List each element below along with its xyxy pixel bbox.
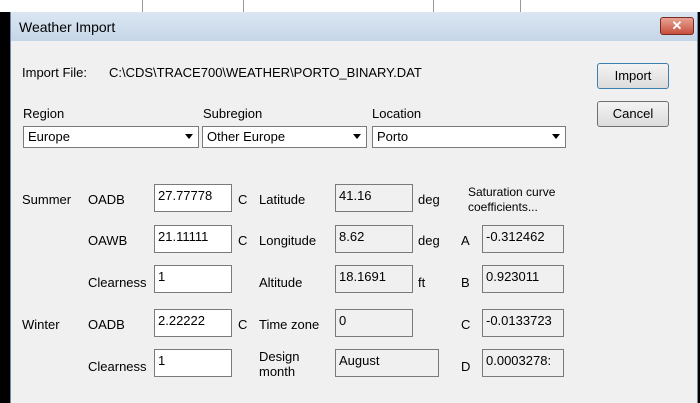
strip-divider (433, 0, 434, 12)
winter-oadb-input[interactable]: 2.22222 (154, 309, 232, 337)
winter-clearness-input[interactable]: 1 (154, 349, 232, 377)
cancel-button[interactable]: Cancel (597, 101, 669, 127)
coef-c-field: -0.0133723 (482, 309, 564, 337)
design-month-field: August (335, 349, 439, 377)
altitude-label: Altitude (259, 275, 303, 290)
chevron-down-icon[interactable] (348, 127, 366, 147)
summer-label: Summer (22, 192, 72, 207)
coef-b-field: 0.923011 (482, 265, 564, 293)
location-dropdown[interactable]: Porto (372, 126, 566, 148)
altitude-unit: ft (418, 275, 426, 290)
strip-divider (142, 0, 143, 12)
timezone-label: Time zone (259, 317, 320, 332)
longitude-label: Longitude (259, 233, 317, 248)
coef-c-label: C (461, 317, 471, 332)
close-button[interactable]: ✕ (660, 17, 694, 35)
longitude-field: 8.62 (335, 225, 413, 253)
region-dropdown[interactable]: Europe (23, 126, 199, 148)
subregion-value: Other Europe (207, 129, 286, 144)
location-value: Porto (377, 129, 409, 144)
coef-a-field: -0.312462 (482, 225, 564, 253)
import-file-label: Import File: (22, 65, 88, 80)
winter-oadb-label: OADB (88, 317, 125, 332)
close-icon: ✕ (671, 18, 683, 33)
strip-divider (520, 0, 521, 12)
summer-clearness-input[interactable]: 1 (154, 265, 232, 293)
summer-oadb-unit: C (238, 192, 248, 207)
summer-oawb-label: OAWB (88, 233, 128, 248)
saturation-title: Saturation curve (468, 185, 556, 199)
winter-label: Winter (22, 317, 60, 332)
saturation-subtitle: coefficients... (468, 200, 538, 214)
background-window-strip (0, 0, 700, 12)
timezone-field: 0 (335, 309, 413, 337)
latitude-label: Latitude (259, 192, 306, 207)
summer-oawb-input[interactable]: 21.11111 (154, 225, 232, 253)
winter-oadb-unit: C (238, 317, 248, 332)
design-month-label-line1: Design (259, 349, 300, 364)
coef-d-field: 0.0003278: (482, 349, 564, 377)
import-button[interactable]: Import (597, 63, 669, 89)
coef-d-label: D (461, 359, 471, 374)
summer-clearness-label: Clearness (88, 275, 147, 290)
altitude-field: 18.1691 (335, 265, 413, 293)
summer-oadb-input[interactable]: 27.77778 (154, 184, 232, 212)
coef-b-label: B (461, 275, 470, 290)
latitude-field: 41.16 (335, 184, 413, 212)
strip-divider (243, 0, 244, 12)
region-label: Region (23, 106, 65, 121)
import-file-path: C:\CDS\TRACE700\WEATHER\PORTO_BINARY.DAT (109, 65, 422, 80)
region-value: Europe (28, 129, 70, 144)
dialog-title: Weather Import (19, 19, 116, 35)
chevron-down-icon[interactable] (180, 127, 198, 147)
design-month-label-line2: month (259, 364, 296, 379)
coef-a-label: A (461, 233, 470, 248)
subregion-label: Subregion (203, 106, 263, 121)
summer-oawb-unit: C (238, 233, 248, 248)
chevron-down-icon[interactable] (547, 127, 565, 147)
weather-import-dialog: Weather Import ✕ Import File: C:\CDS\TRA… (10, 12, 698, 403)
latitude-unit: deg (418, 192, 440, 207)
summer-oadb-label: OADB (88, 192, 125, 207)
winter-clearness-label: Clearness (88, 359, 147, 374)
title-bar: Weather Import ✕ (11, 12, 697, 41)
subregion-dropdown[interactable]: Other Europe (202, 126, 367, 148)
location-label: Location (372, 106, 422, 121)
longitude-unit: deg (418, 233, 440, 248)
